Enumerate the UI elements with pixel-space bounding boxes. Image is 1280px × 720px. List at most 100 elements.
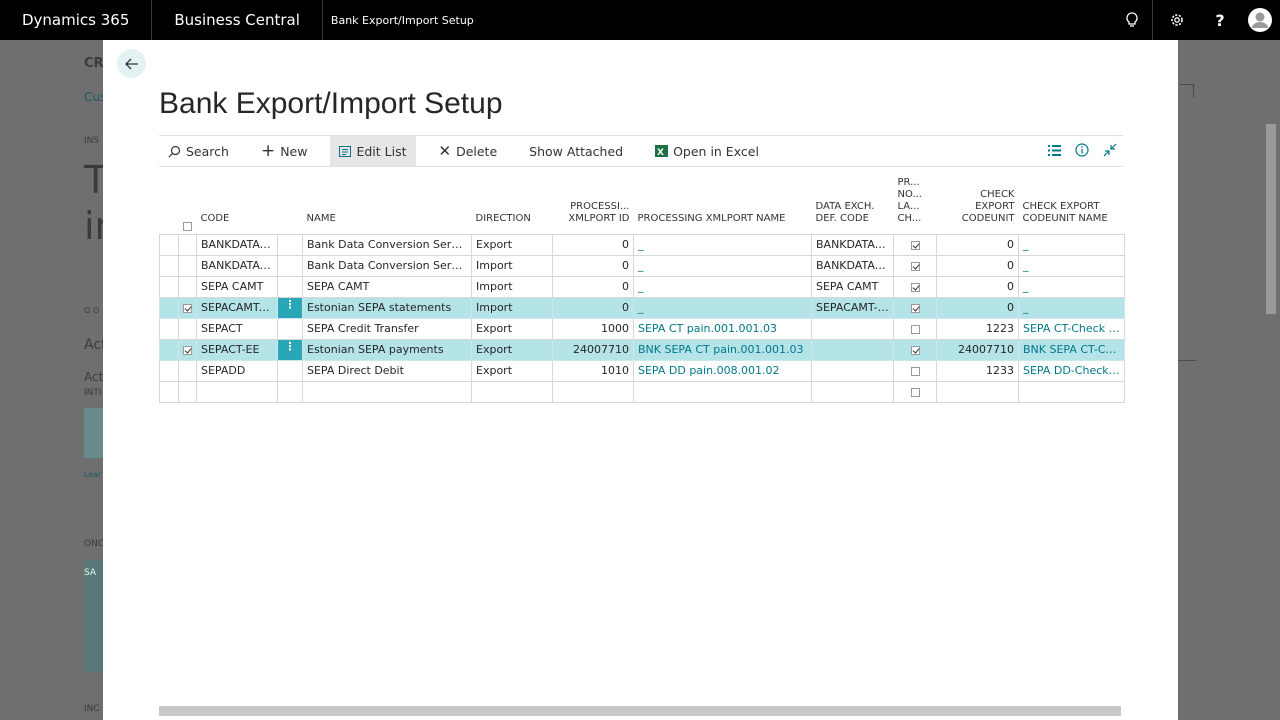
cell-name[interactable]: Estonian SEPA statements [302,296,472,319]
cell-check-codeunit[interactable]: 0 [936,254,1019,277]
cell-preserve-checkbox[interactable] [893,317,937,340]
row-select-checkbox[interactable] [178,359,197,382]
row-select-checkbox[interactable] [178,317,197,340]
cell-code[interactable]: BANKDATAC... [196,254,278,277]
help-icon[interactable]: ? [1200,0,1240,40]
cell-preserve-checkbox[interactable] [893,275,937,298]
cell-direction[interactable] [471,380,553,403]
cell-xmlport-id[interactable]: 0 [552,254,634,277]
header-direction[interactable]: DIRECTION [472,168,553,234]
cell-code[interactable]: SEPACT [196,317,278,340]
cell-code[interactable]: SEPADD [196,359,278,382]
cell-xmlport-name[interactable]: SEPA DD pain.008.001.02 [633,359,812,382]
avatar-icon[interactable] [1240,0,1280,40]
info-icon[interactable] [1075,142,1089,160]
cell-name[interactable]: SEPA CAMT [302,275,472,298]
cell-check-codeunit-name[interactable]: _ [1018,296,1125,319]
cell-check-codeunit[interactable]: 0 [936,275,1019,298]
table-row[interactable]: SEPADD SEPA Direct Debit Export 1010 SEPA DD… [159,359,1125,382]
cell-xmlport-name[interactable]: _ [633,296,812,319]
open-in-excel-button[interactable]: X Open in Excel [646,136,768,166]
cell-direction[interactable]: Export [471,338,553,361]
cell-xmlport-id[interactable]: 0 [552,275,634,298]
cell-code[interactable]: SEPACT-EE [196,338,278,361]
cell-check-codeunit[interactable] [936,380,1019,403]
row-menu-button[interactable] [277,359,303,382]
cell-direction[interactable]: Export [471,359,553,382]
row-select-checkbox[interactable] [178,338,197,361]
cell-xmlport-name[interactable]: BNK SEPA CT pain.001.001.03 [633,338,812,361]
row-menu-button[interactable]: ⋮ [277,296,303,319]
cell-name[interactable] [302,380,472,403]
show-attached-button[interactable]: Show Attached [520,136,632,166]
cell-name[interactable]: Bank Data Conversion Service -... [302,254,472,277]
cell-xmlport-name[interactable]: _ [633,275,812,298]
cell-xmlport-name[interactable] [633,380,812,403]
cell-xmlport-name[interactable]: SEPA CT pain.001.001.03 [633,317,812,340]
cell-data-exch[interactable] [811,359,894,382]
lightbulb-icon[interactable] [1112,0,1152,40]
header-name[interactable]: NAME [303,168,472,234]
table-row[interactable]: SEPA CAMT SEPA CAMT Import 0 _ SEPA CAMT 0 _ [159,275,1125,298]
horizontal-scrollbar[interactable] [159,706,1121,716]
list-view-icon[interactable] [1048,144,1061,159]
cell-check-codeunit-name[interactable]: SEPA CT-Check Line [1018,317,1125,340]
cell-check-codeunit[interactable]: 24007710 [936,338,1019,361]
cell-preserve-checkbox[interactable] [893,359,937,382]
cell-direction[interactable]: Export [471,233,553,256]
cell-check-codeunit[interactable]: 0 [936,233,1019,256]
cell-data-exch[interactable]: SEPACAMT-EE [811,296,894,319]
header-code[interactable]: CODE [197,168,278,234]
new-button[interactable]: + New [252,136,317,166]
cell-xmlport-id[interactable]: 1000 [552,317,634,340]
cell-preserve-checkbox[interactable] [893,233,937,256]
row-select-checkbox[interactable] [178,254,197,277]
cell-name[interactable]: SEPA Credit Transfer [302,317,472,340]
row-select-checkbox[interactable] [178,275,197,298]
table-row[interactable]: SEPACT SEPA Credit Transfer Export 1000 SEPA… [159,317,1125,340]
edit-list-button[interactable]: Edit List [330,136,416,166]
cell-name[interactable]: Estonian SEPA payments [302,338,472,361]
table-row[interactable]: BANKDATAC... Bank Data Conversion Service… [159,254,1125,277]
cell-preserve-checkbox[interactable] [893,296,937,319]
cell-check-codeunit-name[interactable]: SEPA DD-Check Li... [1018,359,1125,382]
app-name[interactable]: Business Central [152,0,323,40]
cell-preserve-checkbox[interactable] [893,380,937,403]
row-menu-button[interactable] [277,275,303,298]
cell-direction[interactable]: Import [471,254,553,277]
cell-data-exch[interactable] [811,380,894,403]
header-check-codeunit[interactable]: CHECK EXPORT CODEUNIT [937,168,1019,234]
row-menu-button[interactable] [277,317,303,340]
cell-check-codeunit[interactable]: 0 [936,296,1019,319]
product-name[interactable]: Dynamics 365 [0,0,153,40]
table-row[interactable]: SEPACAMT-EE ⋮ Estonian SEPA statements Impo… [159,296,1125,319]
cell-code[interactable] [196,380,278,403]
row-menu-button[interactable] [277,380,303,403]
row-select-checkbox[interactable] [178,380,197,403]
cell-check-codeunit-name[interactable]: _ [1018,275,1125,298]
table-row[interactable]: BANKDATAC... Bank Data Conversion Service… [159,233,1125,256]
cell-data-exch[interactable]: BANKDATAC... [811,254,894,277]
row-select-checkbox[interactable] [178,296,197,319]
cell-data-exch[interactable] [811,317,894,340]
cell-code[interactable]: SEPACAMT-EE [196,296,278,319]
table-row[interactable]: SEPACT-EE ⋮ Estonian SEPA payments Export 24… [159,338,1125,361]
table-row[interactable] [159,380,1125,403]
cell-check-codeunit-name[interactable]: BNK SEPA CT-Che... [1018,338,1125,361]
cell-xmlport-name[interactable]: _ [633,254,812,277]
cell-xmlport-id[interactable]: 24007710 [552,338,634,361]
cell-preserve-checkbox[interactable] [893,254,937,277]
row-menu-button[interactable]: ⋮ [277,338,303,361]
delete-button[interactable]: ✕ Delete [430,136,507,166]
cell-direction[interactable]: Import [471,275,553,298]
cell-check-codeunit[interactable]: 1233 [936,359,1019,382]
cell-data-exch[interactable]: BANKDATAC... [811,233,894,256]
cell-name[interactable]: Bank Data Conversion Service -... [302,233,472,256]
cell-check-codeunit-name[interactable]: _ [1018,233,1125,256]
header-preserve[interactable]: PR... NO... LA... CH... [894,168,937,234]
cell-xmlport-name[interactable]: _ [633,233,812,256]
cell-data-exch[interactable] [811,338,894,361]
cell-xmlport-id[interactable]: 0 [552,233,634,256]
cell-xmlport-id[interactable]: 1010 [552,359,634,382]
row-select-checkbox[interactable] [178,233,197,256]
